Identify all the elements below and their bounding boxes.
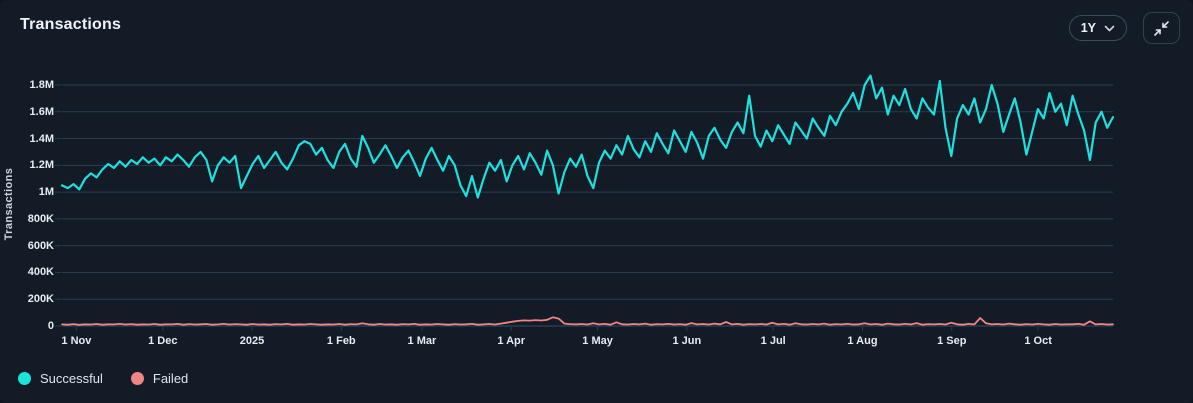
x-axis-tick-label: 1 May — [582, 335, 613, 347]
legend-label: Successful — [40, 371, 103, 386]
chart-legend: Successful Failed — [18, 371, 188, 386]
x-axis-tick-label: 1 Jun — [672, 335, 702, 347]
y-axis-tick-label: 1.2M — [29, 159, 54, 172]
legend-item-successful[interactable]: Successful — [18, 371, 103, 386]
x-axis-tick-label: 1 Aug — [847, 335, 878, 347]
x-axis-tick-label: 1 Mar — [407, 335, 437, 347]
y-axis-tick-label: 800K — [27, 212, 54, 225]
x-axis-tick-label: 1 Feb — [326, 335, 356, 347]
failed-line — [61, 316, 1114, 326]
y-axis-tick-label: 1.6M — [29, 105, 54, 118]
legend-dot-icon — [18, 372, 31, 385]
x-axis-tick-label: 1 Oct — [1024, 335, 1052, 347]
legend-item-failed[interactable]: Failed — [130, 371, 189, 386]
y-axis-tick-label: 1M — [38, 186, 54, 199]
y-axis-tick-label: 600K — [27, 239, 54, 252]
y-axis-tick-label: 1.4M — [29, 132, 54, 145]
y-axis-tick-label: 400K — [27, 266, 54, 279]
x-axis-tick-label: 1 Dec — [148, 335, 178, 347]
x-axis-tick-label: 1 Jul — [760, 335, 786, 347]
y-axis-tick-label: 200K — [27, 293, 54, 306]
x-axis-tick-label: 1 Apr — [497, 335, 526, 347]
legend-dot-icon — [130, 372, 144, 385]
transactions-chart-panel: Transactions 1Y Transactions Successful … — [0, 0, 1193, 403]
y-axis-tick-label: 1.8M — [29, 79, 54, 91]
y-axis-tick-label: 0 — [47, 320, 54, 332]
x-axis-tick-label: 2025 — [239, 335, 265, 347]
successful-line — [60, 74, 1115, 199]
x-axis-tick-label: 1 Nov — [61, 335, 92, 347]
legend-label: Failed — [152, 371, 189, 386]
x-axis-tick-label: 1 Sep — [937, 335, 967, 347]
